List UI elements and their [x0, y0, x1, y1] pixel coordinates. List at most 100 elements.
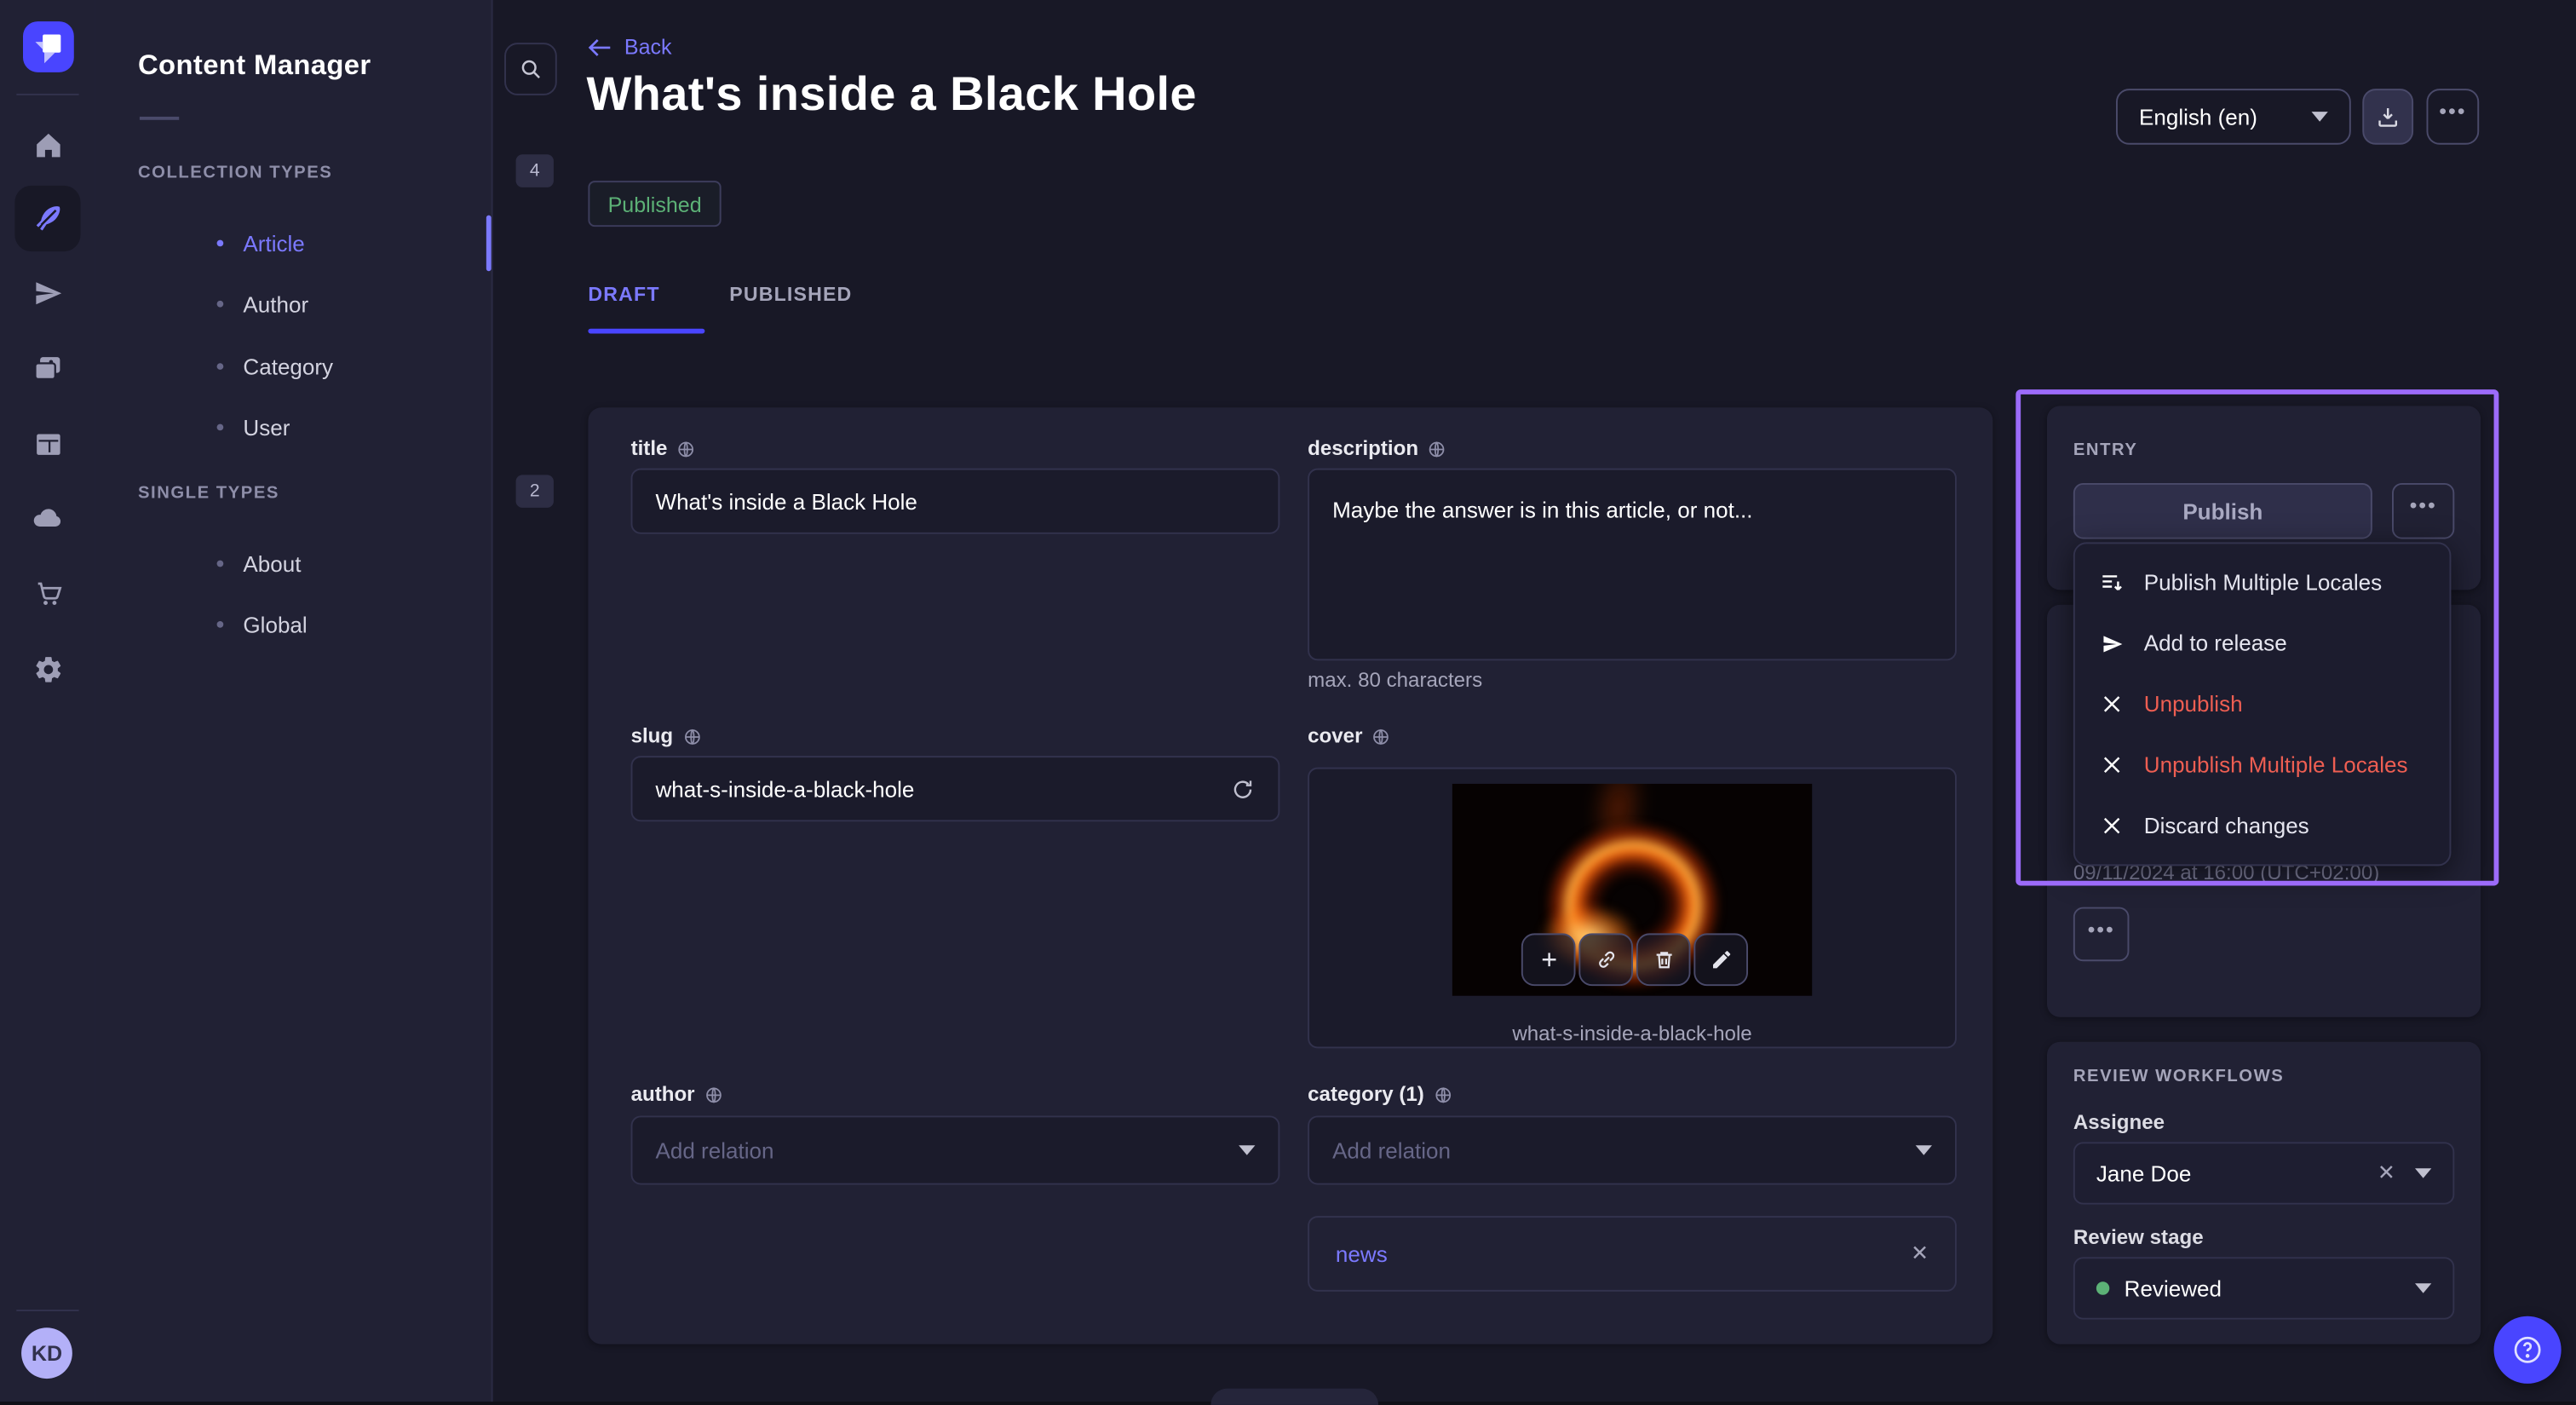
- search-button[interactable]: [504, 43, 557, 95]
- cloud-icon[interactable]: [14, 485, 80, 550]
- sidebar-divider: [140, 117, 179, 120]
- sidebar-item-label: Article: [243, 231, 304, 256]
- bullet-icon: [217, 363, 224, 370]
- remove-relation-icon[interactable]: ✕: [1911, 1241, 1929, 1267]
- bullet-icon: [217, 301, 224, 308]
- page-title: What's inside a Black Hole: [586, 69, 1196, 124]
- marketplace-cart-icon[interactable]: [14, 561, 80, 626]
- cover-field-label: cover: [1308, 724, 1390, 747]
- copy-link-button[interactable]: [1578, 933, 1633, 986]
- releases-icon[interactable]: [14, 260, 80, 325]
- bullet-icon: [217, 240, 224, 247]
- author-relation-select[interactable]: Add relation: [631, 1115, 1280, 1184]
- relation-news-link[interactable]: news: [1336, 1241, 1388, 1266]
- paper-plane-icon: [2100, 632, 2125, 655]
- slug-input[interactable]: what-s-inside-a-black-hole: [631, 756, 1280, 821]
- locale-value: English (en): [2139, 104, 2257, 129]
- sidebar-item-author[interactable]: Author: [217, 287, 309, 320]
- description-hint: max. 80 characters: [1308, 669, 1482, 692]
- help-button[interactable]: [2494, 1316, 2562, 1384]
- menu-item-unpublish-multiple-locales[interactable]: Unpublish Multiple Locales: [2075, 734, 2450, 795]
- cross-icon: [2100, 815, 2125, 837]
- menu-item-discard-changes[interactable]: Discard changes: [2075, 795, 2450, 855]
- assignee-label: Assignee: [2073, 1111, 2165, 1134]
- bullet-icon: [217, 621, 224, 628]
- field-label-text: category (1): [1308, 1083, 1424, 1106]
- menu-item-publish-multiple-locales[interactable]: Publish Multiple Locales: [2075, 552, 2450, 613]
- section-collection-types: COLLECTION TYPES: [138, 163, 332, 182]
- menu-item-label: Publish Multiple Locales: [2144, 570, 2382, 595]
- collection-types-count-badge: 4: [516, 154, 554, 187]
- cover-actions: [1521, 933, 1748, 986]
- section-single-types: SINGLE TYPES: [138, 483, 279, 503]
- field-label-text: author: [631, 1083, 695, 1106]
- pencil-icon: [1710, 948, 1733, 971]
- menu-item-unpublish[interactable]: Unpublish: [2075, 674, 2450, 734]
- cross-icon: [2100, 754, 2125, 775]
- tab-draft[interactable]: DRAFT: [588, 283, 659, 306]
- chevron-down-icon: [2415, 1168, 2431, 1178]
- category-placeholder: Add relation: [1332, 1138, 1451, 1163]
- list-plus-icon: [2100, 570, 2125, 595]
- rail-divider: [16, 94, 78, 95]
- publish-button[interactable]: Publish: [2073, 483, 2372, 539]
- assignee-select[interactable]: Jane Doe ✕: [2073, 1142, 2454, 1204]
- download-icon: [2376, 104, 2401, 129]
- user-avatar[interactable]: KD: [21, 1327, 72, 1379]
- menu-item-label: Unpublish: [2144, 692, 2243, 717]
- regenerate-icon[interactable]: [1230, 776, 1255, 801]
- download-button[interactable]: [2362, 89, 2413, 145]
- edit-media-button[interactable]: [1693, 933, 1748, 986]
- field-label-text: cover: [1308, 724, 1362, 747]
- sidebar-item-about[interactable]: About: [217, 547, 302, 580]
- review-workflows-title: REVIEW WORKFLOWS: [2073, 1067, 2284, 1086]
- delete-media-button[interactable]: [1636, 933, 1691, 986]
- chevron-down-icon: [2415, 1283, 2431, 1293]
- arrow-left-icon: [588, 37, 611, 56]
- category-relation-select[interactable]: Add relation: [1308, 1115, 1957, 1184]
- search-icon: [519, 57, 542, 80]
- next-section-peek: [1210, 1389, 1378, 1405]
- content-type-builder-icon[interactable]: [14, 411, 80, 476]
- scheduled-more-button[interactable]: •••: [2073, 907, 2130, 962]
- more-horizontal-icon: •••: [2088, 930, 2115, 940]
- menu-item-label: Add to release: [2144, 631, 2287, 656]
- chevron-down-icon: [1239, 1145, 1255, 1155]
- title-field-label: title: [631, 437, 696, 460]
- menu-item-label: Unpublish Multiple Locales: [2144, 752, 2408, 777]
- sidebar-item-global[interactable]: Global: [217, 608, 308, 642]
- slug-value: what-s-inside-a-black-hole: [655, 776, 914, 801]
- globe-icon: [677, 440, 695, 458]
- sidebar-item-article[interactable]: Article: [217, 227, 305, 260]
- review-stage-select[interactable]: Reviewed: [2073, 1257, 2454, 1319]
- tab-published[interactable]: PUBLISHED: [729, 283, 852, 306]
- locale-select[interactable]: English (en): [2116, 89, 2351, 145]
- cross-icon: [2100, 694, 2125, 715]
- menu-item-label: Discard changes: [2144, 814, 2309, 838]
- sidebar-item-category[interactable]: Category: [217, 350, 334, 383]
- clear-assignee-icon[interactable]: ✕: [2378, 1160, 2395, 1187]
- entry-more-button[interactable]: •••: [2392, 483, 2454, 539]
- status-badge: Published: [588, 181, 721, 227]
- active-tab-underline: [588, 329, 704, 334]
- menu-item-add-to-release[interactable]: Add to release: [2075, 613, 2450, 673]
- entry-panel-title: ENTRY: [2073, 441, 2138, 460]
- strapi-logo[interactable]: [23, 21, 74, 72]
- category-field-label: category (1): [1308, 1083, 1452, 1106]
- description-textarea[interactable]: Maybe the answer is in this article, or …: [1308, 469, 1957, 661]
- back-link[interactable]: Back: [588, 34, 671, 59]
- content-manager-icon[interactable]: [14, 186, 80, 251]
- add-media-button[interactable]: [1521, 933, 1576, 986]
- more-actions-button[interactable]: •••: [2426, 89, 2479, 145]
- sidebar-item-user[interactable]: User: [217, 411, 290, 444]
- stage-value: Reviewed: [2125, 1276, 2222, 1301]
- sidebar-item-label: About: [243, 551, 301, 576]
- back-label: Back: [624, 34, 672, 59]
- more-horizontal-icon: •••: [2439, 112, 2466, 122]
- home-icon[interactable]: [14, 112, 80, 177]
- title-input[interactable]: What's inside a Black Hole: [631, 469, 1280, 534]
- media-library-icon[interactable]: [14, 335, 80, 400]
- settings-gear-icon[interactable]: [14, 636, 80, 701]
- app-window: KD Content Manager COLLECTION TYPES 4 Ar…: [0, 0, 2576, 1402]
- field-label-text: description: [1308, 437, 1418, 460]
